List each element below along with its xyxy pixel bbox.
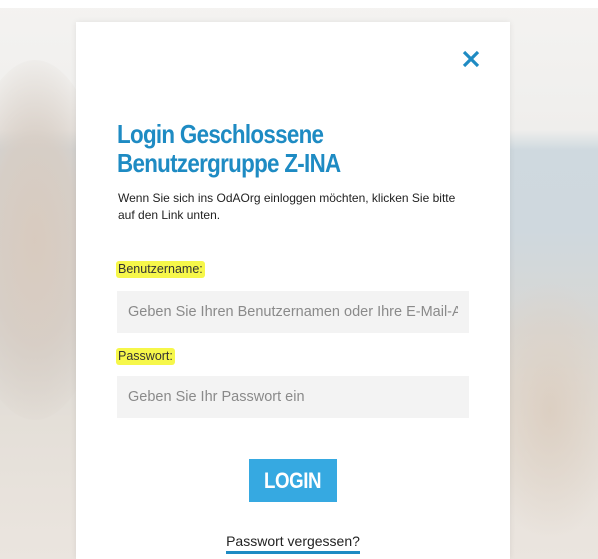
username-input[interactable] (117, 291, 469, 333)
password-label: Passwort: (116, 348, 175, 365)
close-icon (462, 50, 480, 68)
username-label: Benutzername: (116, 261, 205, 278)
forgot-password-link[interactable]: Passwort vergessen? (76, 533, 510, 554)
login-button-label: LOGIN (264, 467, 322, 493)
intro-text: Wenn Sie sich ins OdAOrg einloggen möcht… (118, 191, 456, 222)
page-top-strip (0, 0, 598, 8)
close-button[interactable] (459, 47, 483, 71)
modal-title: Login Geschlossene Benutzergruppe Z-INA (117, 119, 341, 178)
forgot-password-label: Passwort vergessen? (226, 533, 360, 554)
password-input[interactable] (117, 376, 469, 418)
login-button[interactable]: LOGIN (249, 459, 337, 502)
login-modal: Login Geschlossene Benutzergruppe Z-INA … (76, 22, 510, 559)
